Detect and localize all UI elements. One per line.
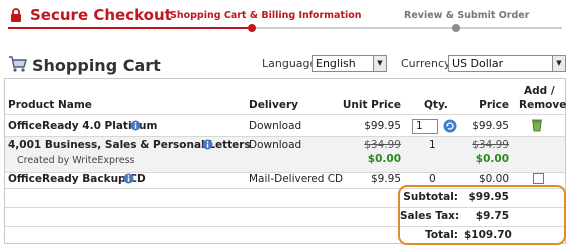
line-price: $99.95 — [472, 120, 509, 132]
language-value: English — [316, 57, 356, 70]
trash-icon[interactable] — [531, 118, 543, 132]
currency-value: US Dollar — [452, 57, 504, 70]
language-select[interactable]: English ▼ — [312, 55, 387, 72]
add-item-checkbox[interactable] — [533, 173, 544, 184]
product-name: 4,001 Business, Sales & Personal Letters — [8, 139, 251, 151]
step-marker-current — [248, 24, 256, 32]
product-author: Created by WriteExpress — [17, 155, 135, 166]
chevron-down-icon: ▼ — [373, 56, 386, 71]
header-unit-price: Unit Price — [342, 99, 401, 111]
unit-price-discounted: $0.00 — [367, 153, 401, 165]
unit-price: $99.95 — [364, 120, 401, 132]
refresh-icon[interactable] — [443, 119, 457, 133]
checkout-header: Secure Checkout Shopping Cart & Billing … — [0, 0, 570, 34]
header-add: Add / — [524, 85, 555, 97]
row-divider — [5, 136, 565, 137]
quantity-value: 1 — [429, 139, 436, 151]
delivery-method: Download — [249, 120, 302, 132]
quantity-input[interactable]: 1 — [412, 119, 438, 134]
lock-icon — [11, 8, 21, 22]
unit-price-original: $34.99 — [364, 139, 401, 151]
unit-price: $9.95 — [370, 173, 401, 185]
shopping-cart-icon — [9, 56, 27, 72]
header-product: Product Name — [8, 99, 92, 111]
line-price: $0.00 — [478, 173, 509, 185]
header-delivery: Delivery — [249, 99, 299, 111]
step-review-submit: Review & Submit Order — [404, 10, 530, 21]
info-icon[interactable] — [123, 173, 134, 184]
totals-highlight — [398, 185, 566, 245]
header-qty: Qty. — [424, 99, 448, 111]
currency-select[interactable]: US Dollar ▼ — [448, 55, 566, 72]
progress-completed — [8, 27, 252, 29]
header-price: Price — [479, 99, 509, 111]
quantity-value: 0 — [429, 173, 436, 185]
page-title: Shopping Cart — [32, 56, 161, 75]
line-price-discounted: $0.00 — [475, 153, 509, 165]
chevron-down-icon: ▼ — [552, 56, 565, 71]
header-remove: Remove — [519, 99, 567, 111]
header-divider — [5, 114, 565, 115]
line-price-original: $34.99 — [472, 139, 509, 151]
currency-label: Currency: — [401, 57, 454, 70]
delivery-method: Download — [249, 139, 302, 151]
info-icon[interactable] — [202, 139, 213, 150]
brand-title: Secure Checkout — [30, 6, 172, 24]
step-cart-billing: Shopping Cart & Billing Information — [170, 10, 362, 21]
delivery-method: Mail-Delivered CD — [249, 173, 344, 185]
info-icon[interactable] — [130, 120, 141, 131]
step-marker-next — [452, 24, 460, 32]
